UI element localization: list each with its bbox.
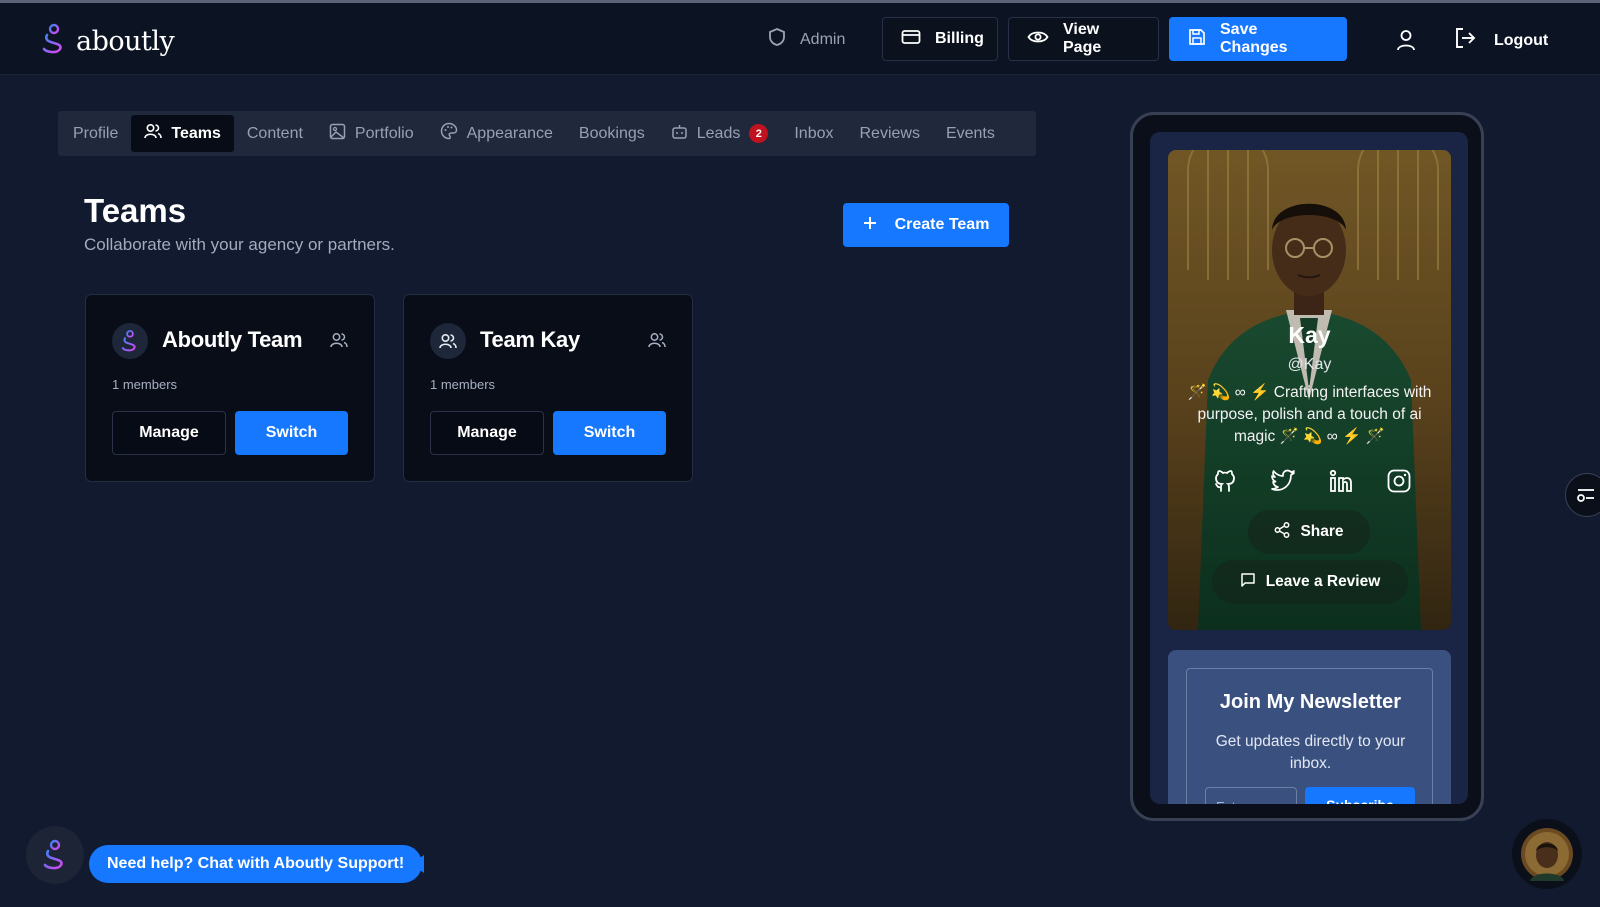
- manage-team-button[interactable]: Manage: [430, 411, 544, 455]
- billing-label: Billing: [935, 30, 984, 47]
- tab-events[interactable]: Events: [933, 115, 1008, 152]
- view-page-button[interactable]: View Page: [1008, 17, 1159, 61]
- admin-link[interactable]: Admin: [768, 27, 845, 52]
- brand-logo[interactable]: aboutly: [40, 23, 175, 60]
- team-member-count: 1 members: [430, 377, 496, 392]
- tab-label: Events: [945, 124, 995, 142]
- newsletter-email-input[interactable]: Enter: [1205, 787, 1297, 804]
- profile-bio: 🪄 💫 ∞ ⚡ Crafting interfaces with purpose…: [1187, 384, 1432, 445]
- users-icon: [144, 123, 163, 144]
- logout-label: Logout: [1494, 31, 1549, 49]
- save-changes-label: Save Changes: [1220, 21, 1288, 56]
- logout-icon: [1454, 27, 1476, 54]
- twitter-icon[interactable]: [1270, 468, 1296, 499]
- manage-team-button[interactable]: Manage: [112, 411, 226, 455]
- newsletter-description: Get updates directly to your inbox.: [1215, 733, 1406, 772]
- team-card: Aboutly Team 1 members Manage Switch: [85, 294, 375, 482]
- tab-inbox[interactable]: Inbox: [781, 115, 846, 152]
- shield-icon: [768, 27, 786, 52]
- settings-toggle-icon: [1577, 489, 1594, 502]
- tab-label: Portfolio: [354, 124, 414, 142]
- create-team-button[interactable]: Create Team: [843, 203, 1009, 247]
- aboutly-logo-icon: [121, 330, 136, 352]
- tab-label: Reviews: [859, 124, 920, 142]
- team-name: Team Kay: [480, 327, 580, 352]
- tab-leads[interactable]: Leads 2: [658, 115, 782, 152]
- support-avatar[interactable]: [26, 826, 84, 884]
- share-label: Share: [1300, 523, 1344, 540]
- tab-label: Profile: [73, 124, 119, 142]
- users-icon: [439, 333, 457, 349]
- profile-name: Kay: [1288, 322, 1331, 348]
- tab-profile[interactable]: Profile: [60, 115, 131, 152]
- tab-label: Inbox: [794, 124, 834, 142]
- page-title: Teams: [84, 192, 187, 229]
- bot-icon: [671, 123, 688, 145]
- switch-team-button[interactable]: Switch: [553, 411, 666, 455]
- credit-card-icon: [901, 29, 921, 50]
- tab-label: Leads: [696, 124, 741, 142]
- aboutly-logo-icon: [40, 23, 68, 60]
- team-member-count: 1 members: [112, 377, 178, 392]
- github-icon[interactable]: [1212, 468, 1238, 499]
- users-icon: [648, 332, 666, 353]
- team-avatar: [112, 323, 148, 359]
- aboutly-logo-icon: [43, 839, 63, 870]
- phone-preview: Kay @Kay 🪄 💫 ∞ ⚡ Crafting interfaces wit…: [1130, 112, 1484, 821]
- tab-portfolio[interactable]: Portfolio: [316, 115, 427, 152]
- tab-label: Teams: [171, 124, 221, 142]
- tab-label: Bookings: [578, 124, 645, 142]
- users-icon: [330, 332, 348, 353]
- social-links: [1212, 468, 1412, 499]
- view-page-label: View Page: [1063, 21, 1102, 56]
- logout-button[interactable]: Logout: [1454, 27, 1548, 54]
- app-header: aboutly Admin Billing View Page Save Cha…: [0, 3, 1600, 75]
- create-team-label: Create Team: [894, 216, 990, 233]
- tab-bookings[interactable]: Bookings: [566, 115, 658, 152]
- tab-teams[interactable]: Teams: [131, 115, 234, 152]
- instagram-icon[interactable]: [1386, 468, 1412, 499]
- leave-review-label: Leave a Review: [1265, 573, 1381, 590]
- chat-bubble-tail: [412, 855, 424, 873]
- preview-screen[interactable]: Kay @Kay 🪄 💫 ∞ ⚡ Crafting interfaces wit…: [1150, 132, 1468, 804]
- newsletter-title: Join My Newsletter: [1219, 691, 1402, 713]
- side-panel-toggle[interactable]: [1565, 473, 1600, 517]
- profile-handle: @Kay: [1287, 356, 1332, 373]
- tab-label: Appearance: [466, 124, 553, 142]
- tab-label: Content: [246, 124, 303, 142]
- user-account-icon[interactable]: [1396, 29, 1416, 56]
- save-changes-button[interactable]: Save Changes: [1169, 17, 1347, 61]
- page-subtitle: Collaborate with your agency or partners…: [84, 235, 395, 254]
- tab-reviews[interactable]: Reviews: [846, 115, 932, 152]
- share-icon: [1274, 521, 1290, 543]
- support-chat-bubble[interactable]: Need help? Chat with Aboutly Support!: [89, 845, 423, 883]
- newsletter-box: Join My Newsletter Get updates directly …: [1186, 668, 1433, 804]
- switch-team-button[interactable]: Switch: [235, 411, 348, 455]
- newsletter-section: Join My Newsletter Get updates directly …: [1168, 650, 1451, 804]
- tab-appearance[interactable]: Appearance: [427, 115, 566, 152]
- team-card: Team Kay 1 members Manage Switch: [403, 294, 693, 482]
- team-avatar: [430, 323, 466, 359]
- eye-icon: [1027, 29, 1049, 50]
- tab-content[interactable]: Content: [234, 115, 316, 152]
- image-icon: [329, 123, 346, 145]
- leads-count-badge: 2: [749, 124, 769, 143]
- palette-icon: [440, 122, 458, 145]
- section-tabs: Profile Teams Content Portfolio Appearan…: [58, 111, 1036, 156]
- profile-photo: Kay @Kay 🪄 💫 ∞ ⚡ Crafting interfaces wit…: [1168, 150, 1451, 630]
- newsletter-submit-button[interactable]: Subscribe: [1305, 787, 1415, 804]
- brand-name: aboutly: [76, 26, 175, 57]
- share-button[interactable]: Share: [1248, 510, 1370, 554]
- admin-label: Admin: [800, 30, 846, 48]
- billing-button[interactable]: Billing: [882, 17, 998, 61]
- team-name: Aboutly Team: [162, 327, 303, 352]
- linkedin-icon[interactable]: [1328, 468, 1354, 499]
- user-video-avatar[interactable]: [1512, 819, 1582, 889]
- save-disk-icon: [1188, 28, 1206, 51]
- plus-icon: [863, 216, 877, 235]
- leave-review-button[interactable]: Leave a Review: [1212, 560, 1408, 604]
- message-square-icon: [1240, 572, 1256, 593]
